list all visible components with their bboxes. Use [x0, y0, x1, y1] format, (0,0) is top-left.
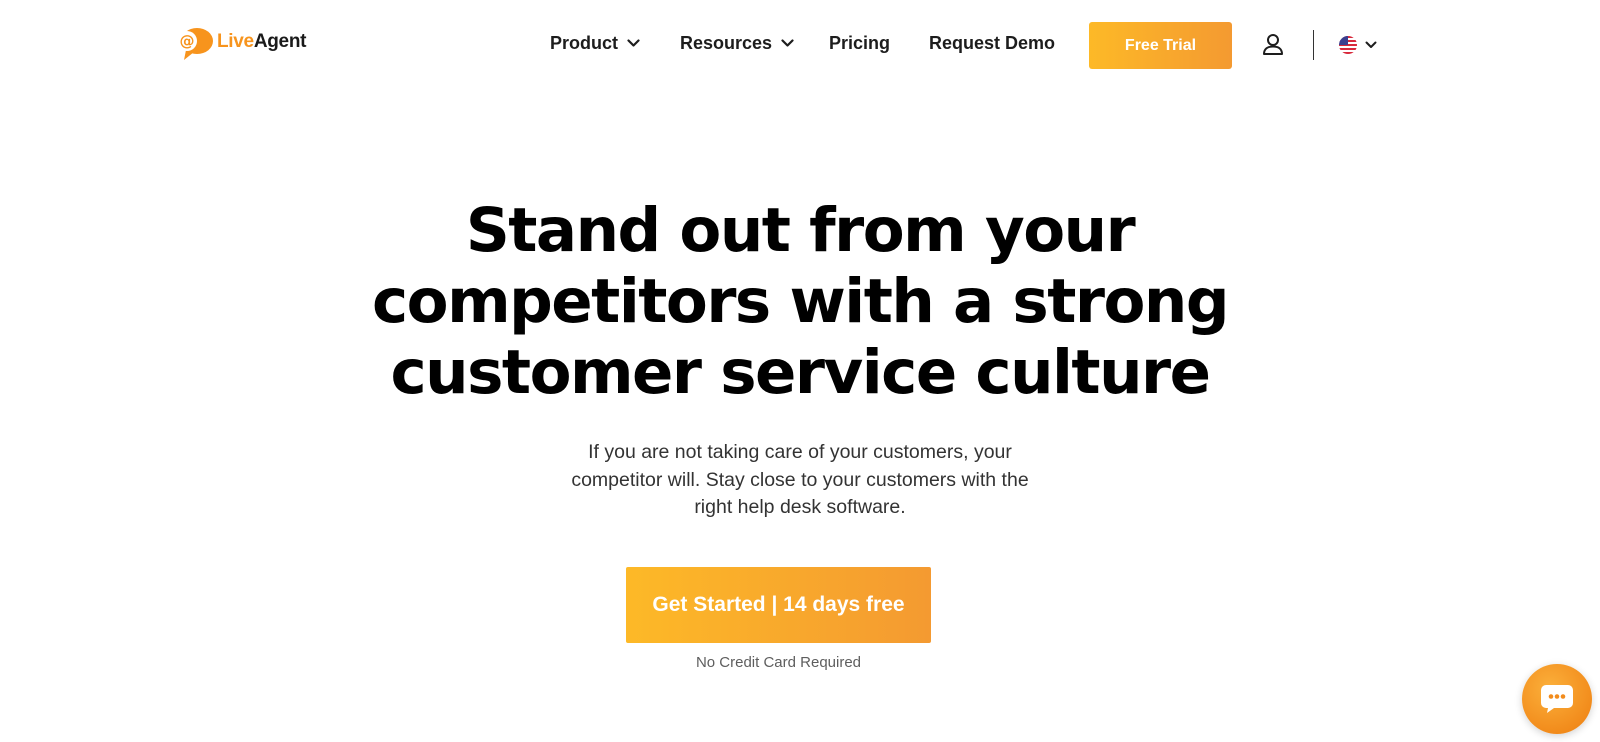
hero-subtitle-line: competitor will. Stay close to your cust…	[571, 468, 1029, 491]
hero-title-line: customer service culture	[390, 337, 1211, 408]
get-started-button[interactable]: Get Started | 14 days free	[626, 567, 931, 643]
chevron-down-icon	[781, 39, 794, 47]
hero-subtitle-line: right help desk software.	[694, 496, 906, 518]
liveagent-logo[interactable]: @ LiveAgent	[174, 26, 306, 62]
nav-item-label: Request Demo	[929, 33, 1056, 53]
svg-text:@: @	[180, 32, 195, 50]
site-header: @ LiveAgent Product Resources Pricing Re…	[0, 0, 1600, 90]
nav-item-resources[interactable]: Resources	[680, 33, 794, 54]
nav-item-label: Pricing	[829, 33, 891, 53]
language-selector[interactable]	[1338, 34, 1377, 56]
nav-item-pricing[interactable]: Pricing	[829, 33, 890, 54]
chat-widget-button[interactable]	[1522, 664, 1592, 734]
hero-title-line: competitors with a strong	[372, 266, 1229, 337]
hero-title-line: Stand out from your	[465, 195, 1136, 266]
page: @ LiveAgent Product Resources Pricing Re…	[0, 0, 1600, 742]
logo-agent-text: Agent	[253, 31, 307, 52]
nav-item-label: Product	[550, 33, 619, 53]
chevron-down-icon	[1365, 41, 1377, 48]
chat-bubble-icon	[1541, 685, 1573, 713]
no-credit-card-note: No Credit Card Required	[695, 654, 862, 671]
user-icon[interactable]	[1262, 33, 1284, 56]
nav-item-product[interactable]: Product	[550, 33, 640, 54]
hero-title: Stand out from your competitors with a s…	[300, 195, 1300, 408]
us-flag-icon	[1339, 36, 1357, 54]
liveagent-logo-icon: @	[177, 28, 213, 60]
header-divider	[1313, 30, 1314, 60]
chevron-down-icon	[627, 39, 640, 47]
nav-item-request-demo[interactable]: Request Demo	[929, 33, 1055, 54]
logo-wordmark: LiveAgent	[217, 31, 306, 53]
hero-subtitle-line: If you are not taking care of your custo…	[588, 441, 1012, 463]
nav-item-label: Resources	[680, 33, 773, 53]
free-trial-button[interactable]: Free Trial	[1089, 22, 1232, 69]
logo-live-text: Live	[217, 31, 254, 52]
hero-subtitle: If you are not taking care of your custo…	[500, 439, 1100, 522]
